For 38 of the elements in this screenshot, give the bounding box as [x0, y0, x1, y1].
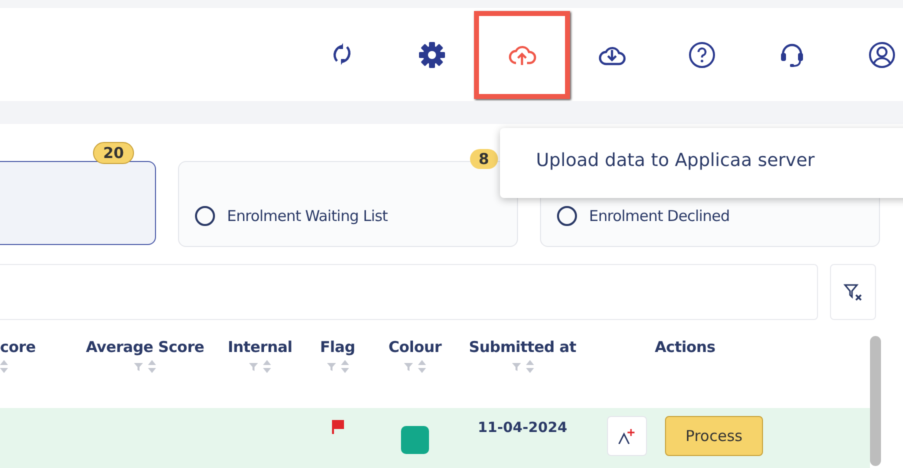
sort-icon[interactable] — [148, 360, 156, 373]
column-header[interactable]: Actions — [654, 338, 716, 356]
sort-icon[interactable] — [526, 360, 534, 373]
process-button[interactable]: Process — [664, 416, 764, 456]
clear-filter-button[interactable] — [830, 264, 876, 320]
filter-icon[interactable] — [404, 362, 413, 371]
column-header[interactable]: Submitted at — [468, 338, 576, 356]
card-label: Enrolment Declined — [589, 207, 730, 225]
sort-icon[interactable] — [418, 360, 426, 373]
card-label: Enrolment Waiting List — [227, 207, 388, 225]
settings-icon — [417, 40, 447, 70]
upload-button[interactable] — [474, 10, 570, 99]
filter-icon[interactable] — [249, 362, 258, 371]
column-header[interactable]: Internal — [228, 338, 292, 356]
column-header[interactable]: Colour — [388, 338, 442, 356]
filter-clear-icon — [843, 282, 863, 302]
filter-icon[interactable] — [512, 362, 520, 371]
radio-icon — [557, 206, 577, 226]
sort-icon[interactable] — [263, 360, 271, 373]
radio-icon — [195, 206, 215, 226]
submitted-date: 11-04-2024 — [478, 420, 568, 436]
column-header[interactable]: Average Score — [86, 338, 204, 356]
sort-icon[interactable] — [0, 360, 8, 373]
count-badge: 20 — [93, 142, 134, 164]
column-header[interactable]: core — [0, 338, 36, 356]
icon-button[interactable] — [606, 416, 647, 456]
status-card[interactable] — [0, 161, 156, 245]
table-row[interactable]: 11-04-2024 Process — [0, 408, 870, 468]
sort-icon[interactable] — [340, 360, 348, 373]
tooltip: Upload data to Applicaa server — [500, 128, 903, 198]
help-icon — [687, 40, 717, 70]
grade-plus-icon — [618, 428, 636, 444]
count-badge: 8 — [470, 149, 498, 169]
user-icon — [867, 40, 897, 70]
scrollbar[interactable] — [870, 336, 881, 466]
filter-icon[interactable] — [326, 362, 336, 371]
column-header[interactable]: Flag — [320, 338, 356, 356]
filter-icon[interactable] — [134, 362, 143, 371]
